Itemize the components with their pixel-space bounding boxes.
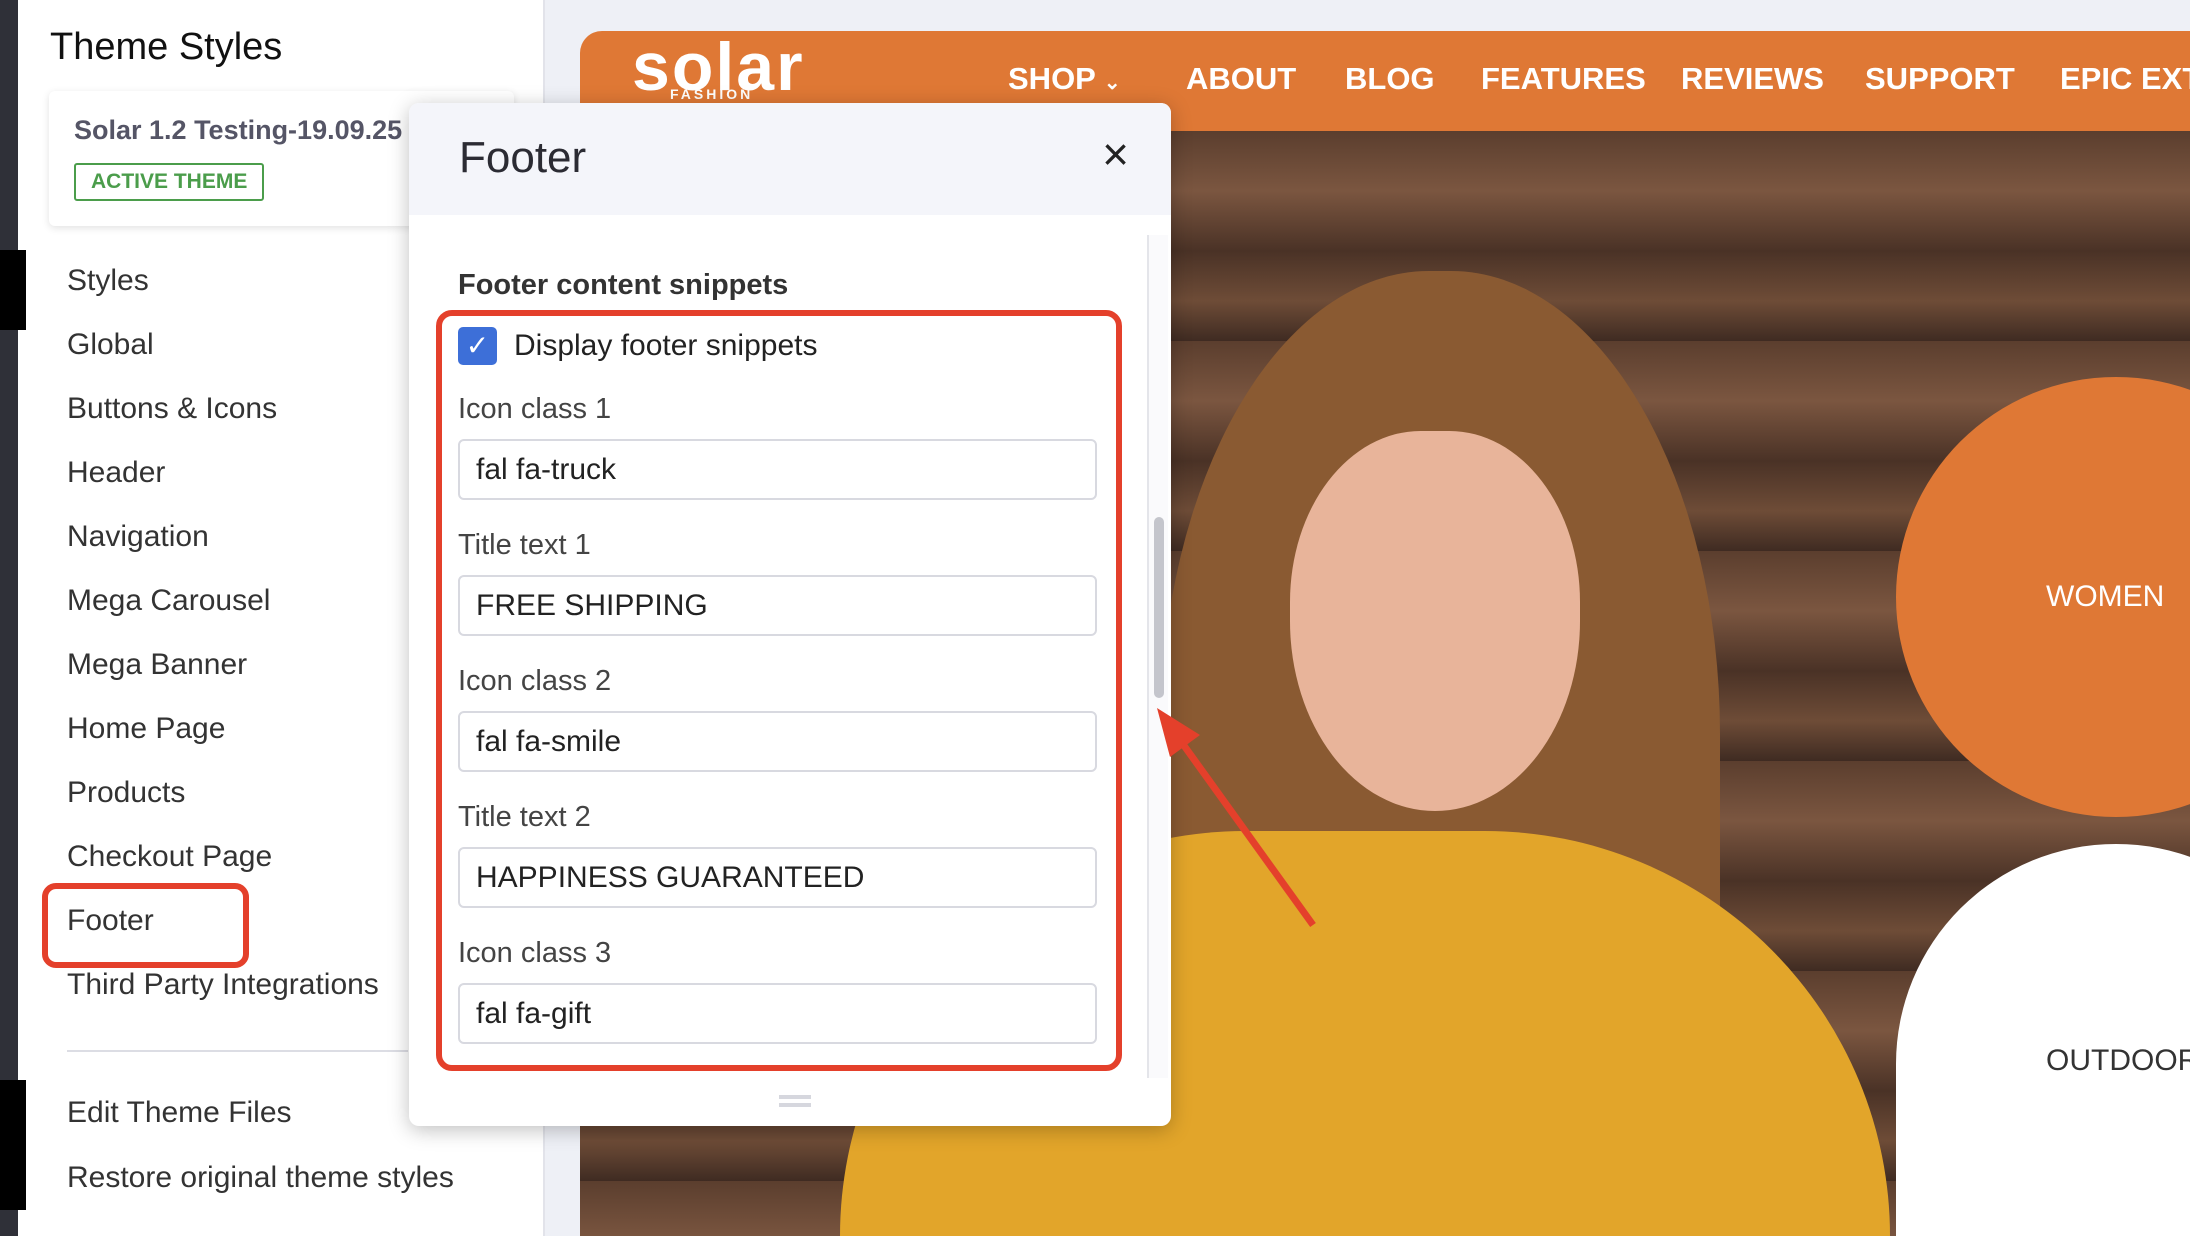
annotation-arrow-icon bbox=[1157, 708, 1316, 928]
